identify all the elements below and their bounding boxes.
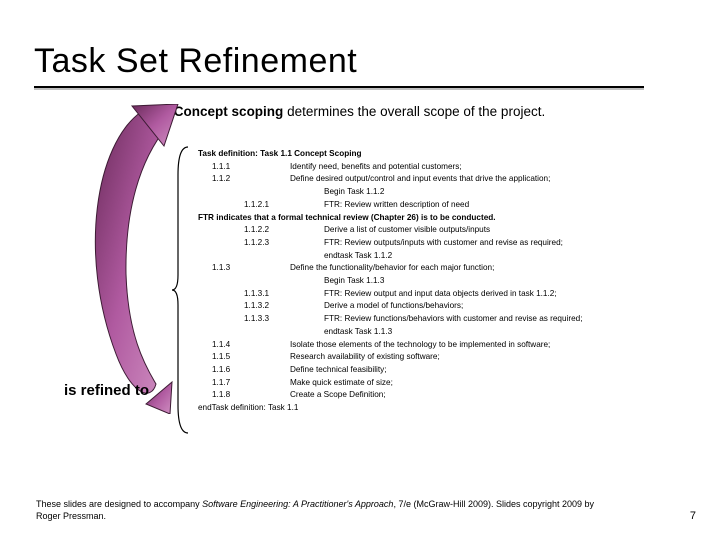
task-row: 1.1.3.2 Derive a model of functions/beha… — [198, 300, 708, 313]
end-task-def: endTask definition: Task 1.1 — [198, 402, 708, 415]
is-refined-to-label: is refined to — [64, 382, 149, 399]
title-underline — [34, 86, 644, 90]
task-def-header: Task definition: Task 1.1 Concept Scopin… — [198, 148, 708, 161]
task-row: 1.1.3.3 FTR: Review functions/behaviors … — [198, 313, 708, 326]
slide-footer: These slides are designed to accompany S… — [36, 498, 596, 522]
curly-brace — [172, 145, 192, 435]
ftr-note: FTR indicates that a formal technical re… — [198, 212, 708, 225]
task-row: 1.1.3.1 FTR: Review output and input dat… — [198, 288, 708, 301]
task-row: 1.1.2.3 FTR: Review outputs/inputs with … — [198, 237, 708, 250]
task-row: 1.1.2.1 FTR: Review written description … — [198, 199, 708, 212]
task-row: 1.1.1 Identify need, benefits and potent… — [198, 161, 708, 174]
endtask-row: endtask Task 1.1.3 — [198, 326, 708, 339]
task-row: 1.1.3 Define the functionality/behavior … — [198, 262, 708, 275]
task-definition-block: Task definition: Task 1.1 Concept Scopin… — [198, 148, 708, 415]
task-row: 1.1.5 Research availability of existing … — [198, 351, 708, 364]
slide-title: Task Set Refinement — [34, 42, 357, 81]
task-row: 1.1.4 Isolate those elements of the tech… — [198, 339, 708, 352]
begin-task-row: Begin Task 1.1.2 — [198, 186, 708, 199]
task-row: 1.1.7 Make quick estimate of size; — [198, 377, 708, 390]
task-row: 1.1.6 Define technical feasibility; — [198, 364, 708, 377]
summary-paragraph: 1.1 Concept scoping determines the overa… — [140, 103, 660, 121]
task-row: 1.1.2 Define desired output/control and … — [198, 173, 708, 186]
summary-rest: determines the overall scope of the proj… — [283, 104, 545, 119]
begin-task-row: Begin Task 1.1.3 — [198, 275, 708, 288]
task-row: 1.1.8 Create a Scope Definition; — [198, 389, 708, 402]
page-number: 7 — [690, 510, 696, 522]
endtask-row: endtask Task 1.1.2 — [198, 250, 708, 263]
task-row: 1.1.2.2 Derive a list of customer visibl… — [198, 224, 708, 237]
